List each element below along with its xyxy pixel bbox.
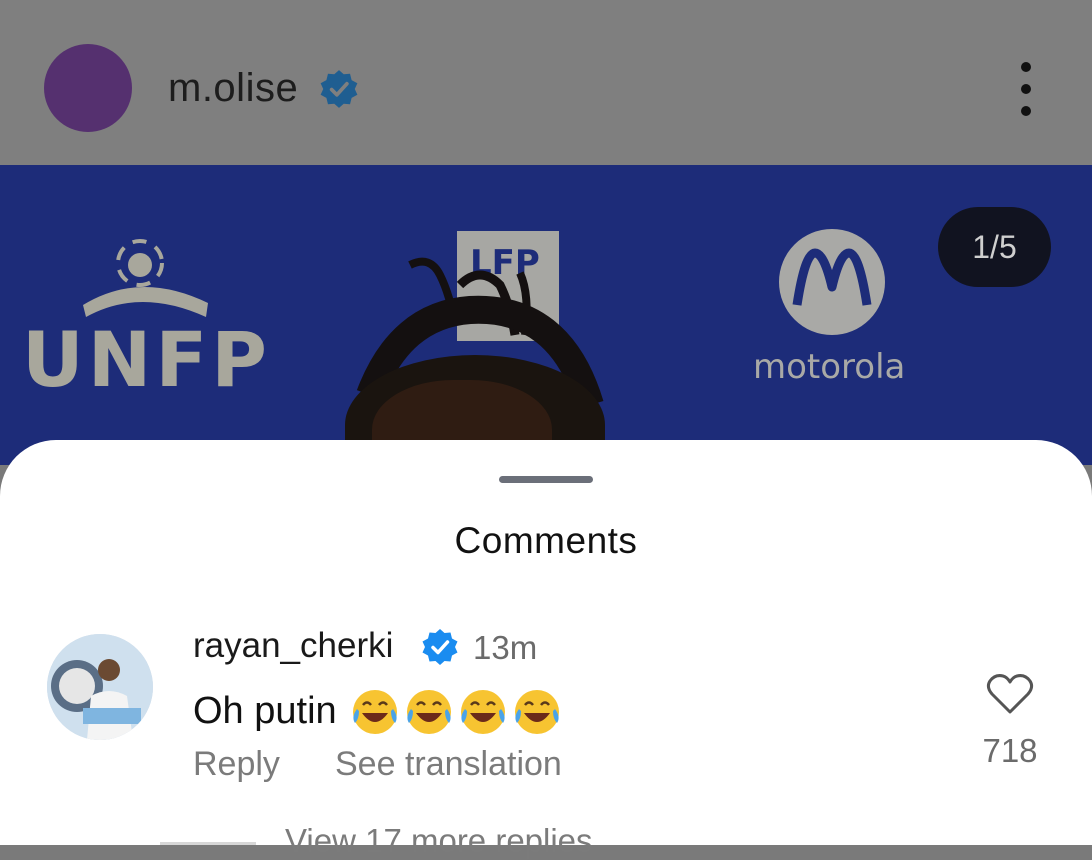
comment-username[interactable]: rayan_cherki (193, 626, 393, 666)
view-more-replies-button[interactable]: View 17 more replies (285, 822, 593, 860)
comments-sheet: Comments rayan_cherki 13m Oh putin Reply… (0, 440, 1092, 859)
post-header: m.olise (0, 0, 1092, 165)
avatar-photo-icon (47, 634, 153, 740)
like-count: 718 (982, 732, 1038, 769)
laughing-emoji-icon (460, 690, 505, 734)
comment-text: Oh putin (193, 689, 337, 732)
laughing-emoji-icon (514, 690, 559, 734)
sheet-drag-handle[interactable] (499, 476, 593, 483)
reply-button[interactable]: Reply (193, 745, 280, 784)
post-media[interactable]: UNFP LFP motorola 1/5 (0, 165, 1092, 465)
comment-body: Oh putin (193, 685, 563, 737)
profile-avatar[interactable] (44, 44, 132, 132)
unfp-logo-text: UNFP (22, 315, 271, 404)
laughing-emoji-group (349, 685, 563, 737)
laughing-emoji-icon (352, 690, 397, 734)
commenter-avatar[interactable] (47, 634, 153, 740)
comments-title: Comments (454, 520, 638, 561)
verified-badge-icon (422, 629, 458, 665)
verified-badge-icon (320, 70, 358, 108)
post-username[interactable]: m.olise (168, 66, 298, 111)
comment-timestamp: 13m (473, 629, 538, 666)
motorola-m-icon (792, 248, 872, 306)
see-translation-button[interactable]: See translation (335, 745, 562, 784)
motorola-logo-text: motorola (753, 347, 906, 387)
unfp-ball-logo (83, 239, 208, 317)
laughing-emoji-icon (406, 690, 451, 734)
media-counter-badge: 1/5 (938, 207, 1051, 287)
heart-icon[interactable] (986, 672, 1034, 716)
more-options-icon[interactable] (1010, 62, 1042, 116)
